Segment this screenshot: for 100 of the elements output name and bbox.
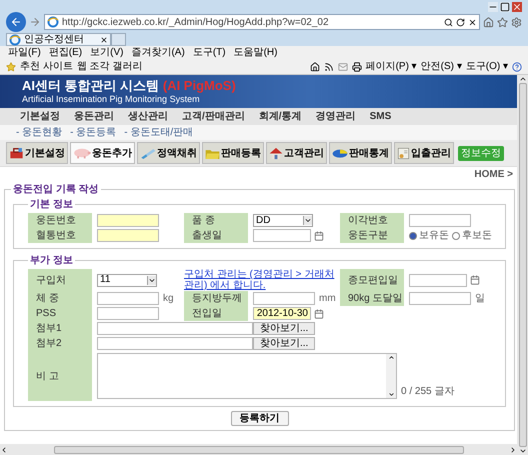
link[interactable]: 구입처 관리는 (경영관리 > 거래처관리) 에서 합니다. [184,269,335,291]
breadcrumb[interactable]: HOME > [474,167,513,182]
register-button[interactable]: 등록하기 [230,411,288,426]
toolbar-button[interactable]: 입출관리 [394,142,454,164]
nav-item[interactable]: 웅돈관리 [74,109,114,124]
text-input[interactable] [97,229,159,242]
field-label: 체 중 [28,291,92,306]
toolbar-button[interactable]: 고객관리 [266,142,327,164]
text-input[interactable] [97,214,159,227]
radio-option[interactable]: 보유돈 [409,228,449,243]
field-label: 품 종 [184,213,248,228]
scroll-up-icon[interactable] [518,75,526,83]
field-label: 이각번호 [340,213,404,228]
field-label: 첨부1 [28,321,92,336]
calendar-icon[interactable] [314,308,324,318]
field-label: 비 고 [28,351,92,401]
browse-button[interactable]: 찾아보기... [253,337,316,350]
favorites-icon[interactable] [497,16,508,28]
nav-item[interactable]: 고객/판매관리 [182,109,245,124]
calendar-icon[interactable] [470,275,480,285]
address-bar[interactable]: http://gckc.iezweb.co.kr/_Admin/Hog/HogAdd.php?w=02_02 [44,14,480,30]
menu-item[interactable]: 도움말(H) [234,47,278,59]
mail-icon[interactable] [338,62,348,72]
field-label: 구입처 [28,269,92,291]
unit-label: mm [319,292,336,306]
field-label: 첨부2 [28,336,92,351]
favorites-star-icon[interactable] [6,62,16,72]
text-input[interactable] [253,292,315,305]
vertical-scrollbar[interactable] [517,75,528,455]
nav-item[interactable]: 기본설정 [20,109,60,124]
subnav-link[interactable]: - 웅돈도태/판매 [124,125,194,140]
date-input[interactable] [253,229,311,242]
banner-title: AI센터 통합관리 시스템 (AI PigMoS) [22,78,237,94]
text-input[interactable] [97,292,159,305]
minimize-icon[interactable] [488,2,498,12]
menu-item[interactable]: 도구(T) [192,47,226,59]
browser-tab[interactable]: 인공수정센터 [6,33,111,46]
nav-item[interactable]: 회계/통계 [258,109,302,124]
date-input[interactable] [409,274,467,286]
menu-item[interactable]: 즐겨찾기(A) [131,47,185,59]
command-menu[interactable]: 안전(S) ▾ [420,61,462,73]
scroll-down-icon[interactable] [518,447,526,455]
scroll-up-icon[interactable] [388,354,394,361]
favorite-link[interactable]: 추천 사이트 [20,61,73,73]
menu-item[interactable]: 보기(V) [90,47,124,59]
menu-item[interactable]: 편집(E) [48,47,82,59]
toolbar-button[interactable]: 판매통계 [329,142,392,164]
calendar-icon[interactable] [314,230,324,240]
help-icon[interactable] [512,62,522,72]
text-input[interactable] [97,307,159,320]
toolbar-button[interactable]: 판매등록 [202,142,264,164]
maximize-icon[interactable] [500,2,510,12]
dropdown[interactable]: DD [253,214,313,227]
subnav-link[interactable]: - 웅돈현황 [16,125,62,140]
scroll-thumb[interactable] [54,446,464,454]
scroll-down-icon[interactable] [388,391,394,398]
nav-item[interactable]: 생산관리 [128,109,168,124]
scroll-thumb[interactable] [518,83,526,447]
horizontal-scrollbar[interactable] [0,444,517,455]
field-label: 혈통번호 [28,228,92,243]
back-arrow-icon [10,16,22,28]
menu-item[interactable]: 파일(F) [8,47,41,59]
file-path-input[interactable] [97,337,253,350]
date-input[interactable]: 2012-10-30 [253,307,311,320]
subnav-link[interactable]: - 웅돈등록 [70,125,116,140]
search-icon[interactable] [444,18,453,26]
radio-option[interactable]: 후보돈 [452,228,492,243]
pie-chart-icon [332,147,348,159]
nav-item[interactable]: SMS [370,109,392,124]
file-path-input[interactable] [97,322,253,335]
text-input[interactable] [409,292,471,305]
print-icon[interactable] [352,62,362,72]
tube-icon [140,147,156,159]
favorite-link[interactable]: 웹 조각 갤러리 [76,61,142,73]
tab-close-icon[interactable] [100,36,108,44]
scroll-left-icon[interactable] [0,446,8,454]
section-title: 기본 정보 [29,198,74,212]
command-menu[interactable]: 페이지(P) ▾ [366,61,417,73]
tab-title: 인공수정센터 [24,34,85,44]
home-icon[interactable] [310,62,320,72]
close-icon[interactable] [512,2,522,12]
stop-icon[interactable] [468,18,477,26]
feed-icon[interactable] [324,62,334,72]
text-input[interactable] [409,214,471,227]
dropdown[interactable]: 11 [97,274,157,286]
browse-button[interactable]: 찾아보기... [253,322,316,335]
toolbar-button[interactable]: 기본설정 [6,142,68,164]
nav-item[interactable]: 경영관리 [316,109,356,124]
forward-icon[interactable] [29,16,41,28]
settings-icon[interactable] [511,16,522,28]
field-label: 출생일 [184,228,248,243]
scrollbar[interactable] [386,354,396,398]
scroll-right-icon[interactable] [509,446,517,454]
command-menu[interactable]: 도구(O) ▾ [466,61,508,73]
toolbar-button[interactable]: 정액채취 [137,142,200,164]
field-label: PSS [28,306,92,321]
refresh-icon[interactable] [456,18,465,26]
toolbar-button[interactable]: 웅돈추가 [70,142,135,164]
back-button[interactable] [6,12,26,32]
url-text: http://gckc.iezweb.co.kr/_Admin/Hog/HogAdd.php?w=02_02 [62,16,330,30]
